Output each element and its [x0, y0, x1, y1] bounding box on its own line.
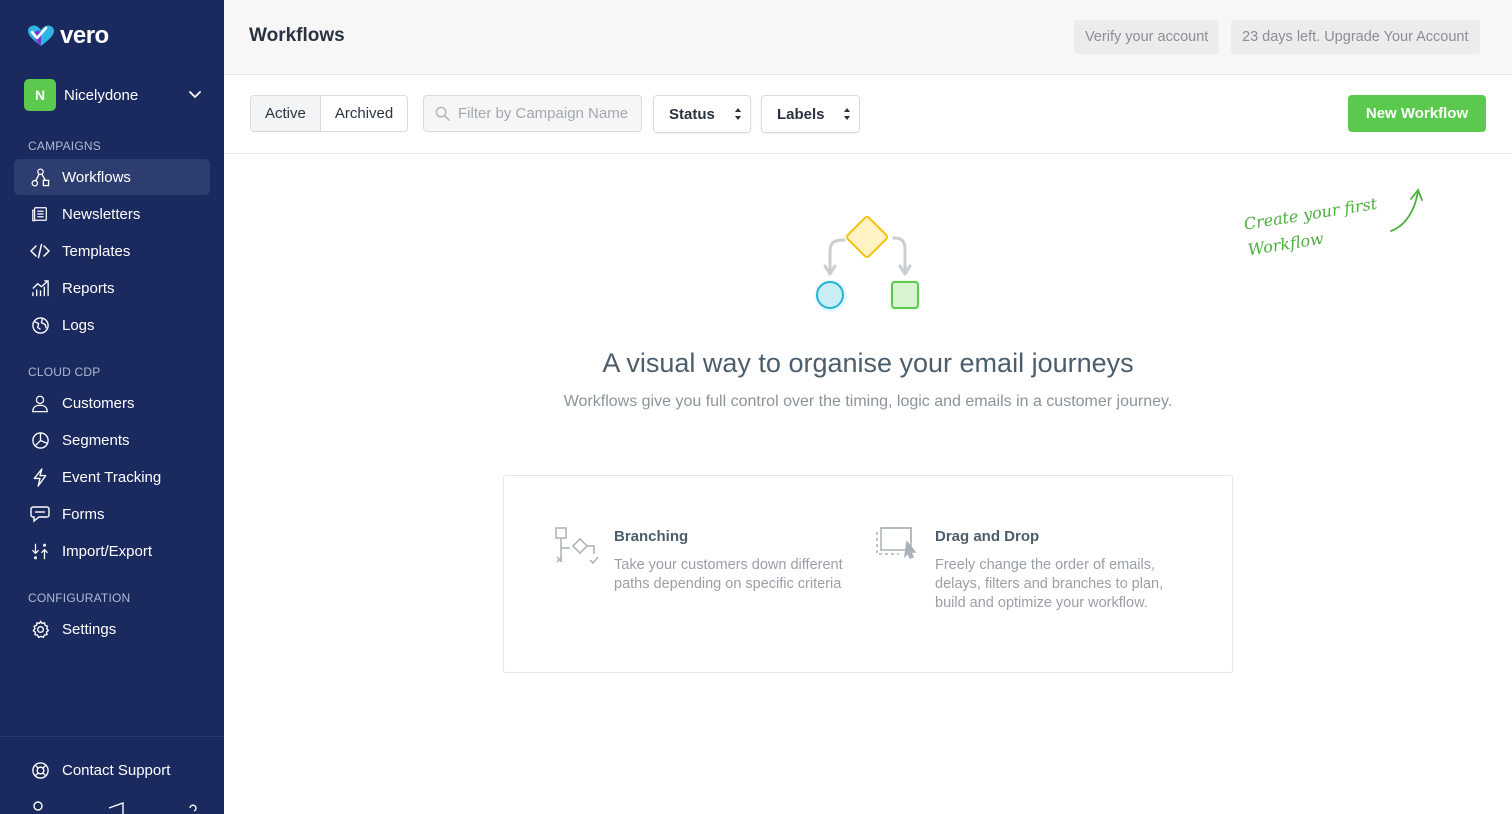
- sidebar-item-label: Reports: [62, 279, 115, 297]
- empty-state-subhead: Workflows give you full control over the…: [563, 393, 1173, 410]
- account-name: Nicelydone: [64, 86, 139, 104]
- status-select[interactable]: Status: [653, 95, 751, 133]
- account-switcher[interactable]: N Nicelydone: [24, 79, 202, 111]
- sidebar-item-label: Customers: [62, 394, 135, 412]
- status-tabs: Active Archived: [250, 95, 409, 132]
- feature-description: Take your customers down different paths…: [614, 556, 854, 594]
- sidebar-item-logs[interactable]: Logs: [14, 307, 210, 343]
- feature-description: Freely change the order of emails, delay…: [935, 556, 1195, 613]
- features-card: Branching Take your customers down diffe…: [503, 475, 1233, 673]
- section-label-configuration: CONFIGURATION: [28, 591, 131, 605]
- help-icon[interactable]: [186, 800, 200, 814]
- sidebar-footer-icons: [30, 800, 200, 814]
- sidebar-divider: [0, 736, 224, 737]
- search-input[interactable]: [458, 105, 633, 122]
- labels-select-label: Labels: [777, 105, 825, 123]
- sidebar-item-label: Newsletters: [62, 205, 141, 223]
- feature-desc-line: paths depending on specific criteria: [614, 576, 842, 592]
- sidebar: vero N Nicelydone CAMPAIGNS Workflows Ne…: [0, 0, 224, 814]
- select-caret-icon: [844, 108, 850, 120]
- feature-desc-line: Freely change the order of emails,: [935, 557, 1156, 573]
- sidebar-item-workflows[interactable]: Workflows: [14, 159, 210, 195]
- feature-desc-line: build and optimize your workflow.: [935, 595, 1148, 611]
- sidebar-item-label: Event Tracking: [62, 468, 162, 486]
- new-workflow-button[interactable]: New Workflow: [1348, 95, 1486, 132]
- workflow-icon: [30, 167, 50, 187]
- upgrade-account-button[interactable]: 23 days left. Upgrade Your Account: [1231, 20, 1480, 54]
- sidebar-item-reports[interactable]: Reports: [14, 270, 210, 306]
- sidebar-item-label: Import/Export: [62, 542, 153, 560]
- search-field[interactable]: [423, 95, 642, 132]
- select-caret-icon: [735, 108, 741, 120]
- create-workflow-hint: Create your first Workflow: [1242, 191, 1383, 263]
- globe-icon: [30, 315, 50, 335]
- chart-icon: [30, 278, 50, 298]
- branching-icon: [555, 527, 599, 565]
- sidebar-item-settings[interactable]: Settings: [14, 611, 210, 647]
- verify-account-button[interactable]: Verify your account: [1074, 20, 1220, 54]
- heart-logo-icon: [28, 25, 54, 46]
- sidebar-item-label: Forms: [62, 505, 105, 523]
- sidebar-item-label: Settings: [62, 620, 117, 638]
- drag-drop-icon: [876, 527, 917, 559]
- brand-name: vero: [60, 22, 109, 49]
- feature-desc-line: delays, filters and branches to plan,: [935, 576, 1164, 592]
- feature-title: Drag and Drop: [935, 528, 1040, 545]
- megaphone-icon[interactable]: [107, 800, 129, 814]
- sidebar-item-label: Contact Support: [62, 761, 171, 779]
- search-icon: [435, 106, 450, 121]
- status-select-label: Status: [669, 105, 715, 123]
- empty-state-headline: A visual way to organise your email jour…: [602, 348, 1134, 378]
- labels-select[interactable]: Labels: [761, 95, 860, 133]
- user-icon: [30, 393, 50, 413]
- top-header: Workflows Verify your account 23 days le…: [224, 0, 1512, 75]
- gear-icon: [30, 619, 50, 639]
- sidebar-item-event-tracking[interactable]: Event Tracking: [14, 459, 210, 495]
- tab-archived[interactable]: Archived: [320, 96, 408, 131]
- sidebar-item-forms[interactable]: Forms: [14, 496, 210, 532]
- avatar: N: [24, 79, 56, 111]
- sidebar-item-label: Workflows: [62, 168, 131, 186]
- tab-active[interactable]: Active: [251, 96, 321, 131]
- arrow-up-icon: [1390, 188, 1423, 232]
- sidebar-item-templates[interactable]: Templates: [14, 233, 210, 269]
- section-label-campaigns: CAMPAIGNS: [28, 139, 101, 153]
- bolt-icon: [30, 467, 50, 487]
- newsletter-icon: [30, 204, 50, 224]
- sidebar-item-label: Segments: [62, 431, 130, 449]
- chevron-down-icon: [188, 88, 202, 102]
- sidebar-item-label: Templates: [62, 242, 131, 260]
- sidebar-item-label: Logs: [62, 316, 95, 334]
- sidebar-item-segments[interactable]: Segments: [14, 422, 210, 458]
- sidebar-item-contact-support[interactable]: Contact Support: [14, 752, 210, 788]
- workflow-illustration: [815, 216, 920, 312]
- sidebar-item-customers[interactable]: Customers: [14, 385, 210, 421]
- lifebuoy-icon: [30, 760, 50, 780]
- sidebar-item-newsletters[interactable]: Newsletters: [14, 196, 210, 232]
- vero-logo[interactable]: vero: [26, 22, 109, 50]
- page-title: Workflows: [249, 25, 345, 46]
- import-export-icon: [30, 541, 50, 561]
- sidebar-item-import-export[interactable]: Import/Export: [14, 533, 210, 569]
- pie-icon: [30, 430, 50, 450]
- filter-bar: Active Archived Status Labels New Workfl…: [224, 75, 1512, 154]
- feature-title: Branching: [614, 528, 689, 545]
- feature-desc-line: Take your customers down different: [614, 557, 843, 573]
- user-profile-icon[interactable]: [30, 800, 50, 814]
- form-icon: [30, 504, 50, 524]
- section-label-cloud-cdp: CLOUD CDP: [28, 365, 101, 379]
- code-icon: [30, 241, 50, 261]
